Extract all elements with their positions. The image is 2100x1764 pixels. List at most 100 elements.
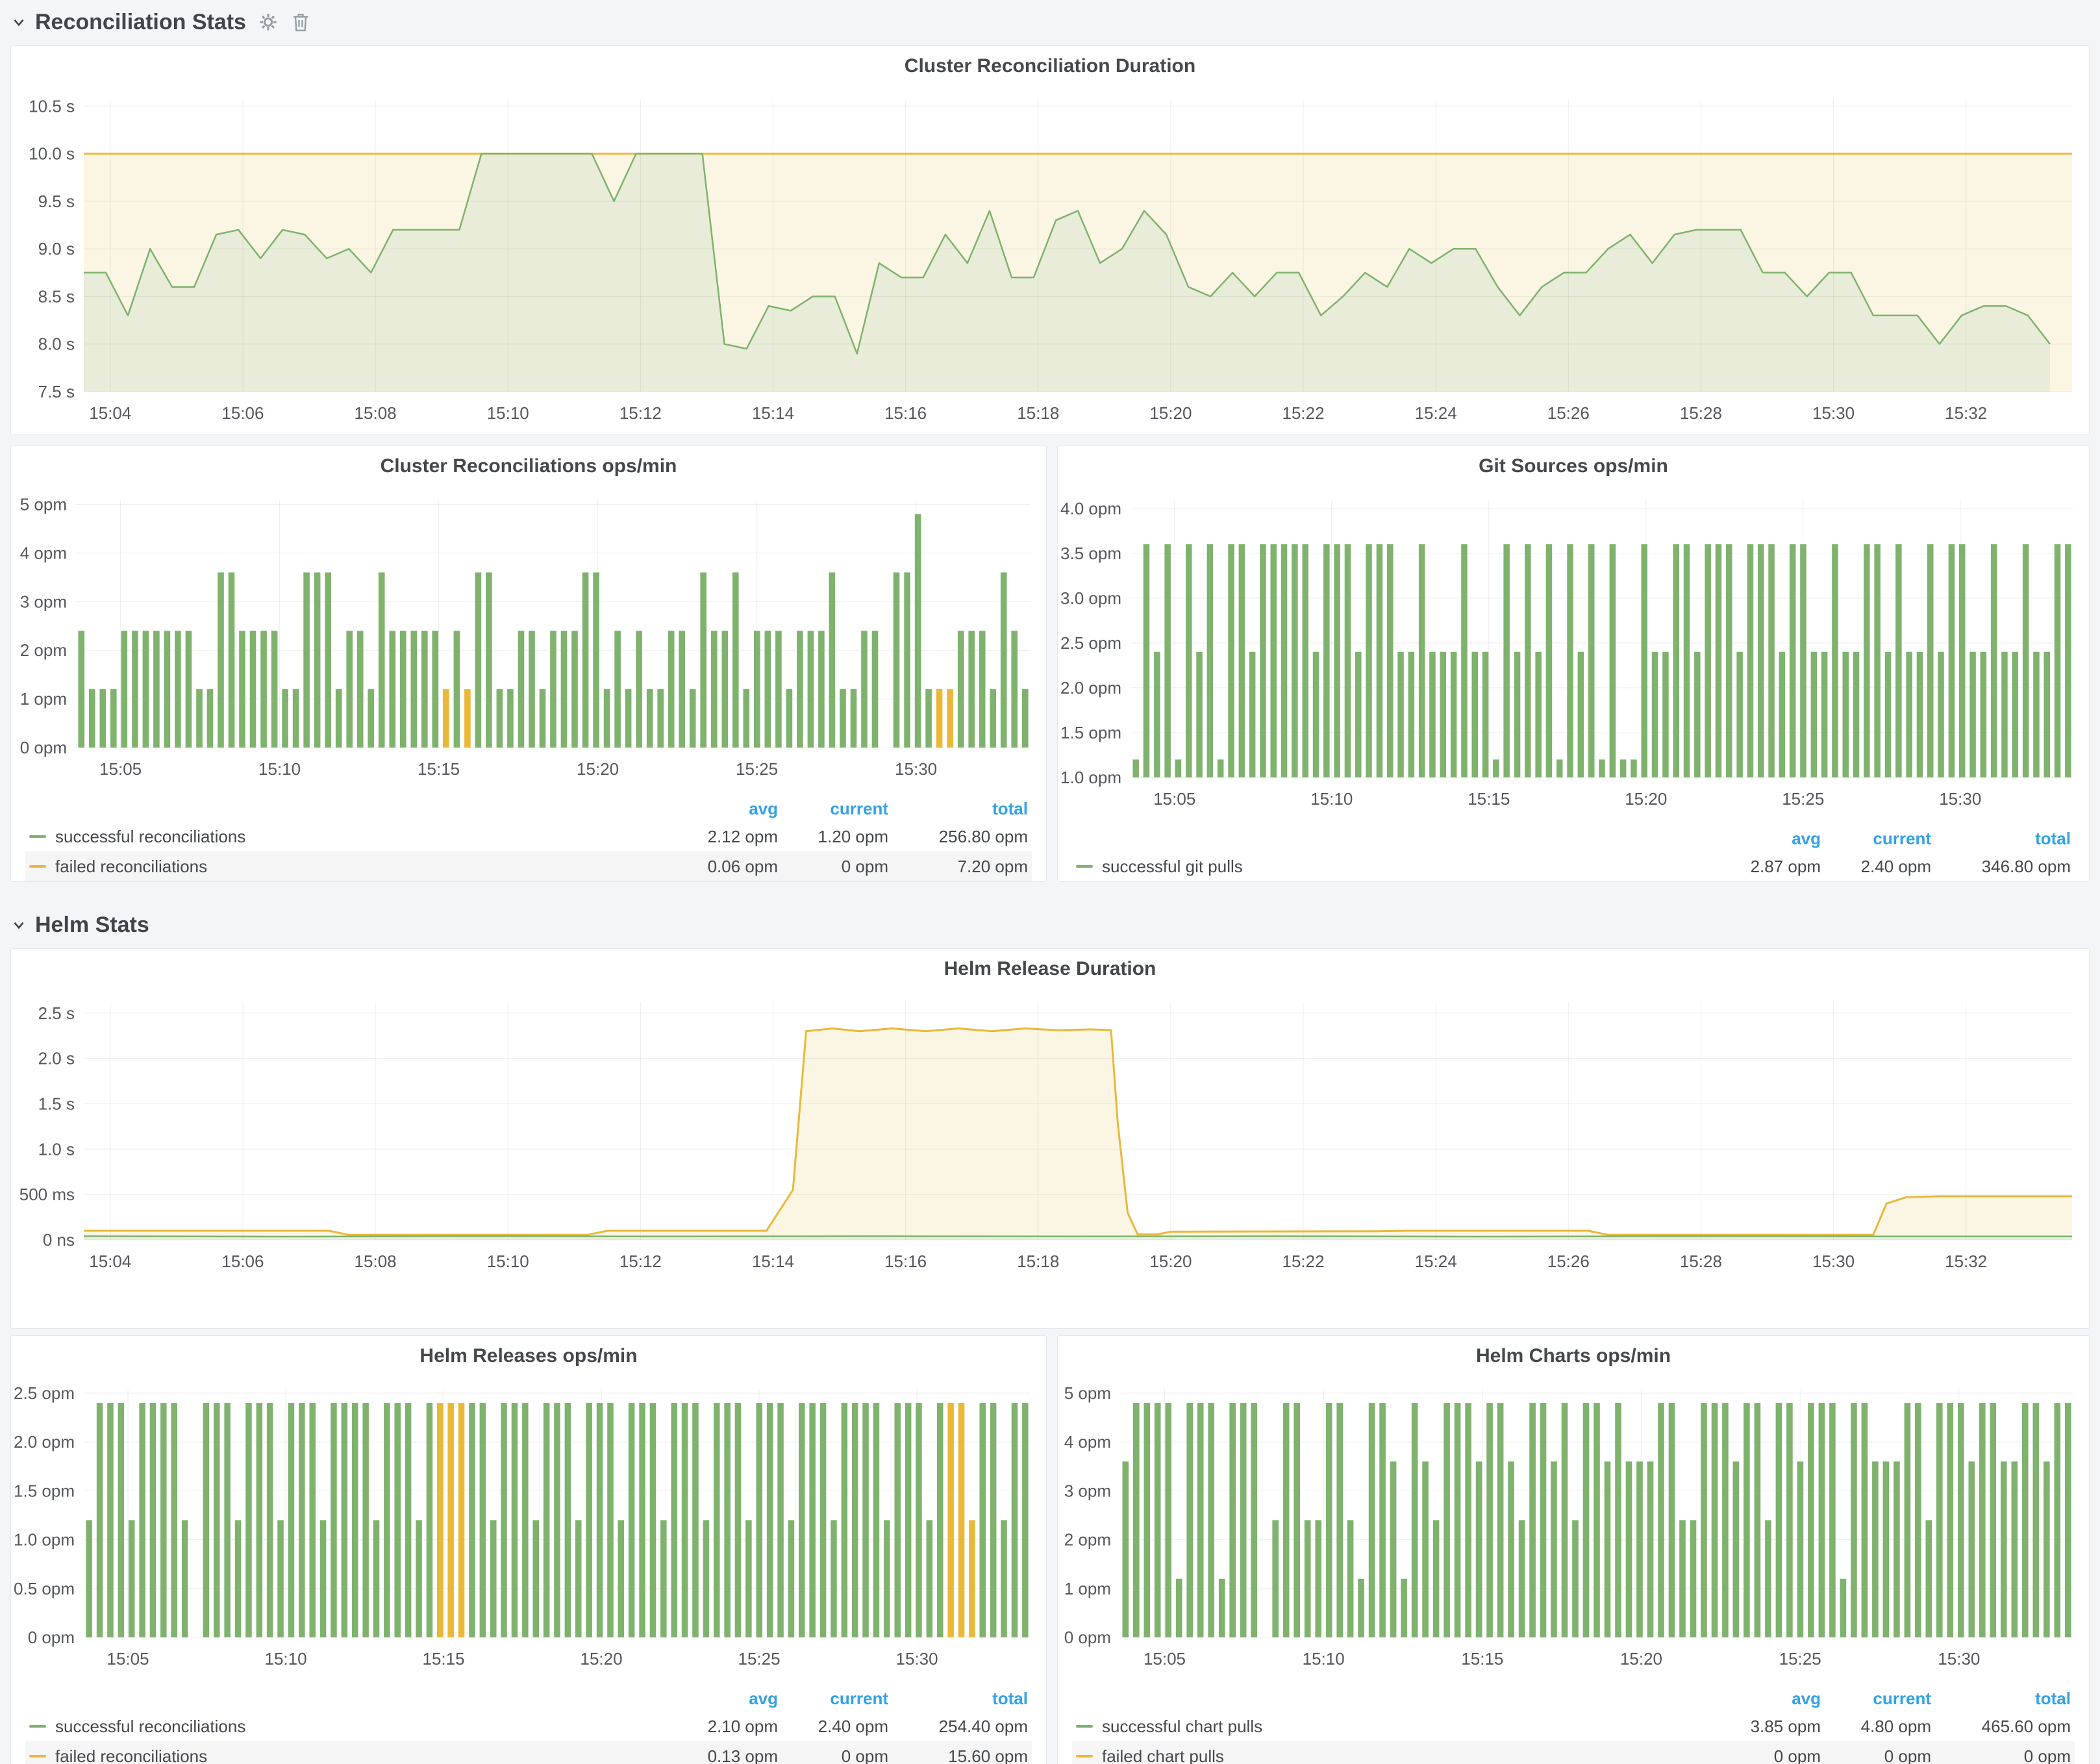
svg-text:500 ms: 500 ms (19, 1185, 75, 1204)
series-label[interactable]: successful chart pulls (1102, 1717, 1710, 1737)
legend-col-current[interactable]: current (1821, 829, 1931, 849)
row-title: Helm Stats (35, 913, 149, 938)
series-color-swatch (29, 865, 46, 868)
svg-text:0 opm: 0 opm (28, 1628, 75, 1647)
series-label[interactable]: failed chart pulls (1102, 1746, 1710, 1764)
series-avg: 0 opm (1710, 1746, 1821, 1764)
series-current: 0 opm (1821, 1746, 1931, 1764)
svg-text:2.5 s: 2.5 s (38, 1003, 75, 1023)
svg-text:15:15: 15:15 (423, 1649, 465, 1669)
panel-git-sources-opm: Git Sources ops/min 4.0 opm3.5 opm3.0 op… (1057, 446, 2090, 882)
svg-text:15:24: 15:24 (1415, 403, 1457, 423)
svg-text:15:20: 15:20 (1620, 1649, 1662, 1669)
series-current: 0 opm (778, 857, 888, 877)
svg-text:15:15: 15:15 (418, 759, 460, 779)
legend-col-avg[interactable]: avg (1710, 1689, 1821, 1709)
series-color-swatch (29, 1755, 46, 1758)
svg-text:2.0 s: 2.0 s (38, 1049, 75, 1068)
svg-text:15:25: 15:25 (736, 759, 778, 779)
svg-text:15:05: 15:05 (99, 759, 142, 779)
svg-text:15:14: 15:14 (752, 403, 794, 423)
trash-icon[interactable] (290, 12, 311, 32)
legend-col-avg[interactable]: avg (668, 1689, 778, 1709)
svg-text:15:22: 15:22 (1282, 1252, 1324, 1271)
row-toggle-helm-stats[interactable]: Helm Stats (10, 913, 149, 938)
series-label[interactable]: failed reconciliations (55, 1746, 668, 1764)
svg-text:15:08: 15:08 (355, 403, 397, 423)
chart-git-sources-opm[interactable]: 4.0 opm3.5 opm3.0 opm2.5 opm2.0 opm1.5 o… (1058, 483, 2089, 814)
legend-col-total[interactable]: total (888, 799, 1028, 819)
chart-cluster-reconciliation-duration[interactable]: 10.5 s10.0 s9.5 s9.0 s8.5 s8.0 s7.5 s15:… (11, 82, 2089, 431)
series-label[interactable]: successful git pulls (1102, 857, 1710, 877)
svg-text:15:20: 15:20 (1149, 403, 1192, 423)
panel-title[interactable]: Helm Releases ops/min (11, 1345, 1046, 1367)
svg-text:15:32: 15:32 (1945, 1252, 1987, 1271)
panel-title[interactable]: Git Sources ops/min (1058, 455, 2089, 477)
svg-text:5 opm: 5 opm (1064, 1383, 1111, 1403)
series-current: 0 opm (778, 1746, 888, 1764)
panel-title[interactable]: Helm Release Duration (11, 958, 2089, 980)
svg-text:1.0 s: 1.0 s (38, 1139, 75, 1159)
svg-text:1.0 opm: 1.0 opm (14, 1530, 75, 1550)
series-color-swatch (29, 835, 46, 838)
chart-cluster-reconciliations-opm[interactable]: 5 opm4 opm3 opm2 opm1 opm0 opm15:0515:10… (11, 483, 1046, 784)
svg-text:15:10: 15:10 (1310, 789, 1353, 809)
series-avg: 2.87 opm (1710, 857, 1821, 877)
legend-col-current[interactable]: current (778, 799, 888, 819)
series-total: 15.60 opm (888, 1746, 1028, 1764)
gear-icon[interactable] (258, 12, 279, 32)
svg-text:3.0 opm: 3.0 opm (1060, 588, 1121, 608)
chart-helm-charts-opm[interactable]: 5 opm4 opm3 opm2 opm1 opm0 opm15:0515:10… (1058, 1372, 2089, 1674)
svg-text:15:05: 15:05 (1144, 1649, 1186, 1669)
svg-text:15:06: 15:06 (221, 1252, 264, 1271)
svg-text:15:26: 15:26 (1547, 1252, 1590, 1271)
svg-text:15:06: 15:06 (221, 403, 264, 423)
panel-title[interactable]: Helm Charts ops/min (1058, 1345, 2089, 1367)
legend-header: avg current total (1072, 1685, 2075, 1711)
chart-helm-release-duration[interactable]: 2.5 s2.0 s1.5 s1.0 s500 ms0 ns15:0415:06… (11, 985, 2089, 1324)
legend-col-total[interactable]: total (1931, 829, 2071, 849)
legend-col-avg[interactable]: avg (1710, 829, 1821, 849)
svg-text:8.5 s: 8.5 s (38, 286, 75, 306)
panel-title[interactable]: Cluster Reconciliations ops/min (11, 455, 1046, 477)
svg-text:15:04: 15:04 (89, 403, 131, 423)
series-total: 0 opm (1931, 1746, 2071, 1764)
series-label[interactable]: successful reconciliations (55, 1717, 668, 1737)
row-header-reconciliation-stats: Reconciliation Stats (10, 5, 311, 39)
svg-text:15:20: 15:20 (1149, 1252, 1192, 1271)
series-label[interactable]: successful reconciliations (55, 827, 668, 847)
chart-helm-releases-opm[interactable]: 2.5 opm2.0 opm1.5 opm1.0 opm0.5 opm0 opm… (11, 1372, 1046, 1674)
series-total: 254.40 opm (888, 1717, 1028, 1737)
svg-text:15:10: 15:10 (1303, 1649, 1345, 1669)
svg-text:0 opm: 0 opm (1064, 1628, 1111, 1647)
legend: avg current total successful chart pulls… (1072, 1685, 2075, 1764)
legend: avg current total successful reconciliat… (25, 796, 1032, 881)
row-toggle-reconciliation-stats[interactable]: Reconciliation Stats (10, 10, 246, 35)
panel-title[interactable]: Cluster Reconciliation Duration (11, 55, 2089, 77)
legend-header: avg current total (25, 1685, 1032, 1711)
svg-text:15:24: 15:24 (1415, 1252, 1457, 1271)
panel-cluster-reconciliations-opm: Cluster Reconciliations ops/min 5 opm4 o… (10, 446, 1047, 882)
svg-text:15:30: 15:30 (896, 1649, 938, 1669)
svg-text:15:10: 15:10 (258, 759, 301, 779)
svg-text:15:25: 15:25 (1782, 789, 1824, 809)
dashboard: Reconciliation Stats Cluster Reconciliat… (0, 0, 2100, 1764)
row-title: Reconciliation Stats (35, 10, 246, 35)
chevron-down-icon (10, 916, 27, 933)
svg-text:1.5 opm: 1.5 opm (14, 1481, 75, 1500)
svg-text:15:05: 15:05 (107, 1649, 149, 1669)
legend-col-avg[interactable]: avg (668, 799, 778, 819)
svg-text:1.5 opm: 1.5 opm (1060, 723, 1121, 742)
svg-text:15:30: 15:30 (1812, 403, 1855, 423)
legend-col-current[interactable]: current (1821, 1689, 1931, 1709)
svg-text:0.5 opm: 0.5 opm (14, 1579, 75, 1598)
svg-text:15:30: 15:30 (895, 759, 937, 779)
svg-text:15:10: 15:10 (265, 1649, 307, 1669)
series-label[interactable]: failed reconciliations (55, 857, 668, 877)
legend-col-total[interactable]: total (888, 1689, 1028, 1709)
series-avg: 3.85 opm (1710, 1717, 1821, 1737)
svg-text:15:04: 15:04 (89, 1252, 131, 1271)
legend-row-successful-chart-pulls: successful chart pulls 3.85 opm 4.80 opm… (1072, 1711, 2075, 1741)
legend-col-total[interactable]: total (1931, 1689, 2071, 1709)
legend-col-current[interactable]: current (778, 1689, 888, 1709)
